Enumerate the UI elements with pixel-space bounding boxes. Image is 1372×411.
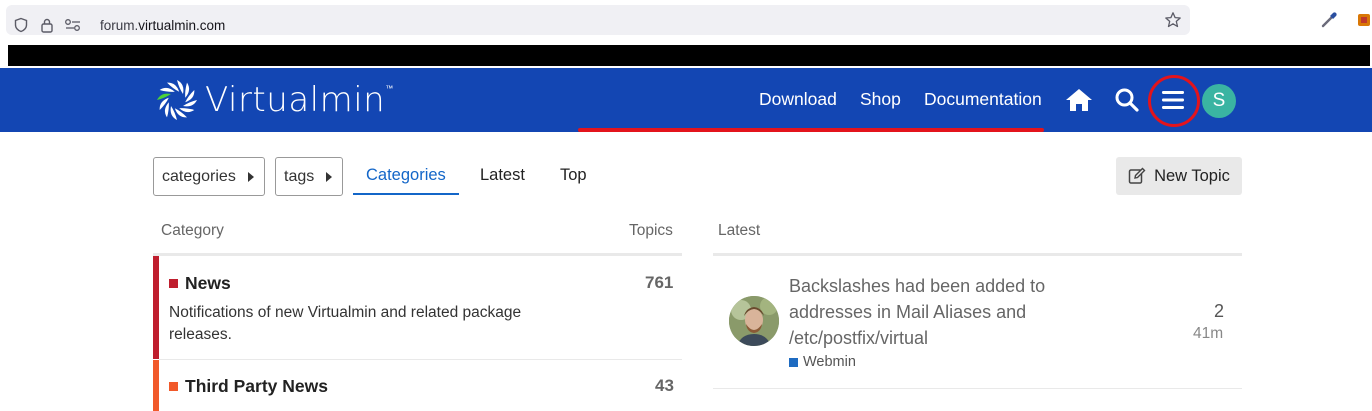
topic-title[interactable]: Backslashes had been added to addresses … bbox=[789, 273, 1099, 351]
topic-category-name: Webmin bbox=[803, 354, 856, 370]
category-color-bar bbox=[153, 360, 159, 411]
category-topic-count: 43 bbox=[655, 376, 674, 395]
logo-wordmark: Virtualmin bbox=[205, 80, 386, 120]
logo-trademark: ™ bbox=[385, 83, 394, 93]
category-name[interactable]: Third Party News bbox=[185, 376, 328, 397]
tags-dropdown[interactable]: tags bbox=[275, 157, 344, 196]
category-color-badge bbox=[169, 279, 178, 288]
eyedropper-extension-icon[interactable] bbox=[1318, 9, 1340, 31]
lock-icon[interactable] bbox=[38, 16, 56, 34]
category-topic-count: 761 bbox=[645, 273, 674, 292]
extension-icon[interactable] bbox=[1356, 9, 1372, 31]
active-tab-indicator bbox=[353, 193, 459, 195]
annotation-underline bbox=[578, 128, 1044, 132]
nav-download[interactable]: Download bbox=[759, 89, 837, 110]
categories-dropdown-label: categories bbox=[162, 167, 236, 185]
edit-icon bbox=[1128, 167, 1146, 184]
category-header-divider bbox=[153, 253, 682, 256]
new-topic-label: New Topic bbox=[1154, 166, 1230, 185]
redacted-bar bbox=[8, 45, 1370, 66]
category-description: Notifications of new Virtualmin and rela… bbox=[169, 304, 522, 343]
nav-shop[interactable]: Shop bbox=[860, 89, 901, 110]
category-column-header: Category bbox=[161, 222, 224, 239]
home-icon[interactable] bbox=[1063, 84, 1095, 116]
tags-dropdown-label: tags bbox=[284, 167, 315, 185]
tab-categories[interactable]: Categories bbox=[366, 166, 446, 185]
caret-right-icon bbox=[247, 171, 254, 182]
topic-post-count: 2 bbox=[1214, 301, 1225, 321]
url-text[interactable]: forum.virtualmin.com bbox=[100, 18, 225, 33]
new-topic-button[interactable]: New Topic bbox=[1116, 157, 1242, 195]
category-color-bar bbox=[153, 256, 159, 359]
shield-icon[interactable] bbox=[12, 16, 30, 34]
caret-right-icon bbox=[326, 171, 333, 182]
browser-toolbar: forum.virtualmin.com bbox=[0, 0, 1372, 42]
row-divider bbox=[713, 388, 1242, 389]
nav-documentation[interactable]: Documentation bbox=[924, 89, 1042, 110]
url-subdomain: forum. bbox=[100, 18, 139, 33]
topics-column-header: Topics bbox=[629, 222, 673, 239]
annotation-circle bbox=[1148, 75, 1200, 127]
site-permissions-icon[interactable] bbox=[64, 16, 82, 34]
bookmark-star-icon[interactable] bbox=[1164, 11, 1182, 29]
tab-top[interactable]: Top bbox=[560, 166, 587, 185]
search-icon[interactable] bbox=[1111, 84, 1143, 116]
poster-avatar[interactable] bbox=[729, 296, 779, 346]
category-color-badge bbox=[169, 382, 178, 391]
latest-header-divider bbox=[713, 253, 1242, 256]
address-bar[interactable]: forum.virtualmin.com bbox=[6, 5, 1190, 35]
categories-dropdown[interactable]: categories bbox=[153, 157, 265, 196]
latest-column-header: Latest bbox=[718, 222, 761, 239]
topic-category-badge[interactable]: Webmin bbox=[789, 354, 856, 370]
tab-latest[interactable]: Latest bbox=[480, 166, 525, 185]
virtualmin-logo[interactable]: Virtualmin ™ bbox=[153, 76, 393, 124]
row-divider bbox=[159, 359, 682, 360]
url-host: virtualmin.com bbox=[138, 18, 226, 33]
topic-activity-age[interactable]: 41m bbox=[1193, 325, 1223, 343]
category-color-swatch bbox=[789, 357, 798, 367]
category-name[interactable]: News bbox=[185, 273, 231, 294]
user-avatar[interactable]: S bbox=[1202, 84, 1236, 118]
virtualmin-swirl-icon bbox=[157, 80, 197, 120]
